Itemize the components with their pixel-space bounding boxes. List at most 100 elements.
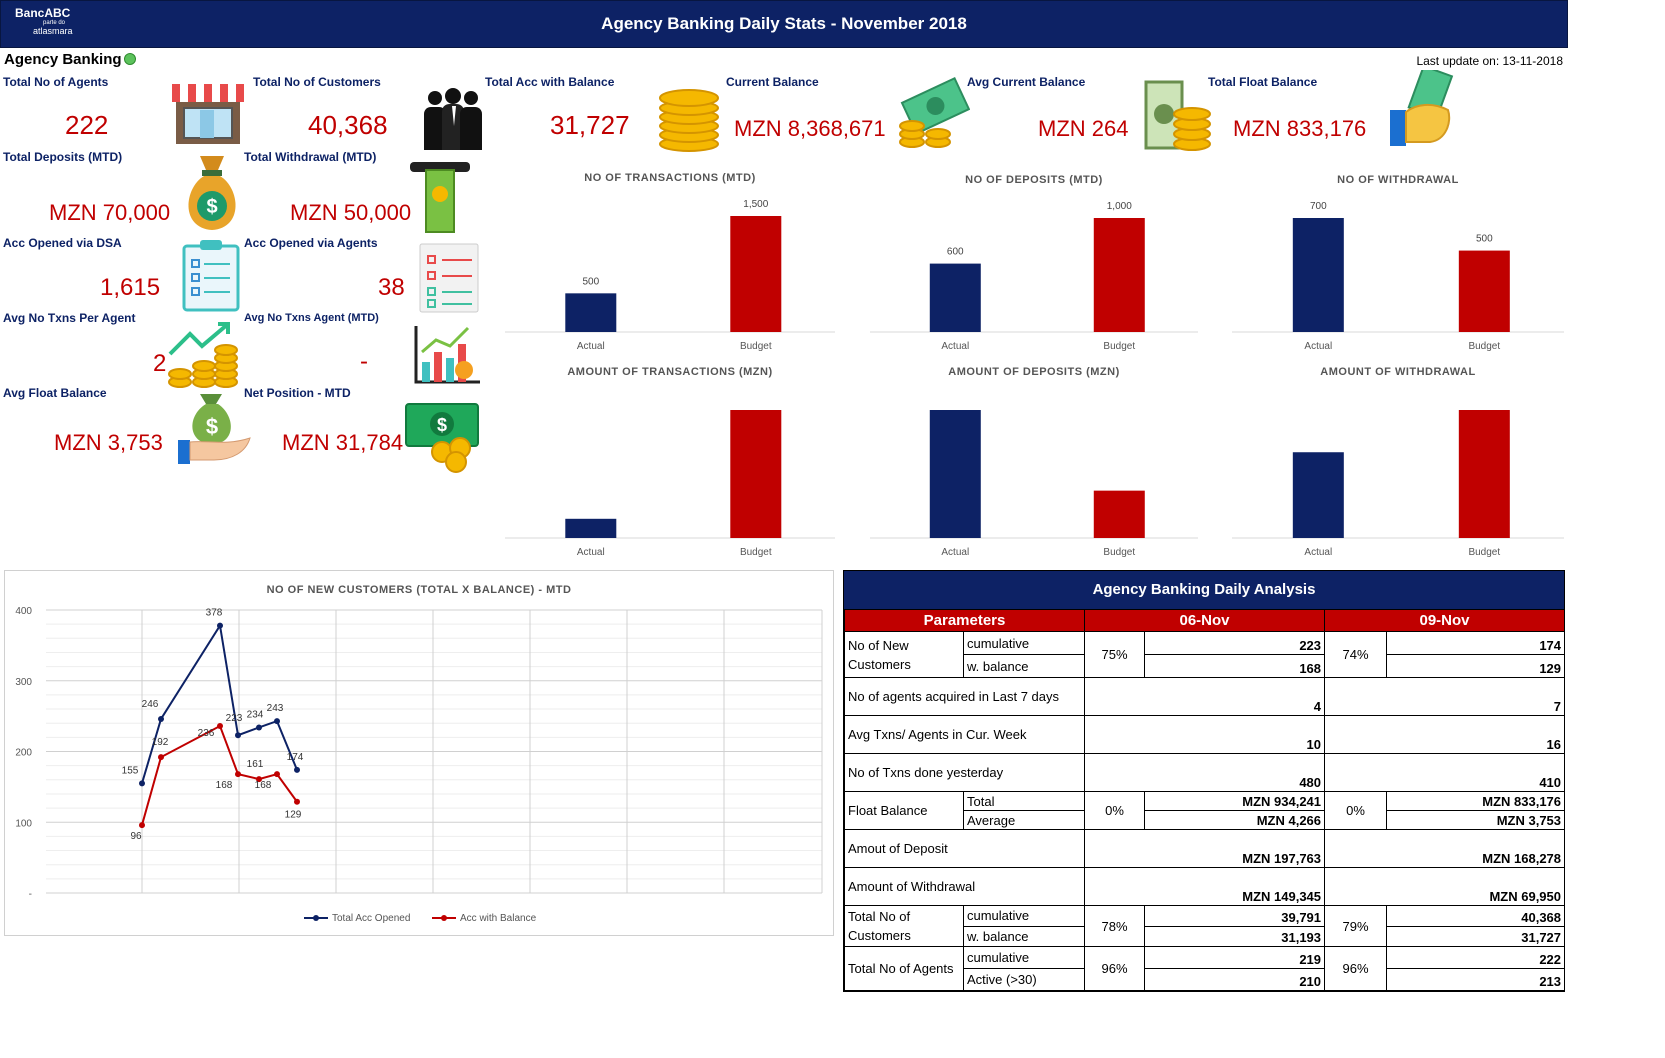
data-point: [294, 766, 300, 773]
data-point: [235, 732, 241, 739]
banknote-coins-icon: $: [405, 403, 479, 473]
pct-value: 96%: [1324, 946, 1388, 991]
kpi-value-total-float: MZN 833,176: [1233, 116, 1367, 141]
header-date-2: 09-Nov: [1324, 609, 1566, 632]
category-label: Actual: [941, 341, 969, 352]
table-row: No of Txns done yesterday 480 410: [843, 753, 1566, 792]
analysis-header-row: Parameters 06-Nov 09-Nov: [843, 609, 1566, 632]
clipboard-checklist-icon: [182, 240, 240, 312]
point-label: 234: [247, 709, 264, 720]
bar-chart: 700 Actual 500 Budget: [1232, 201, 1564, 352]
bar-chart-title: AMOUNT OF WITHDRAWAL: [1320, 366, 1476, 378]
table-row: Total No of Agents cumulative 96% 219 96…: [844, 946, 1566, 991]
dashboard: BancABC parte do atlasmara Agency Bankin…: [0, 0, 1665, 1058]
bar-chart-title: AMOUNT OF TRANSACTIONS (MZN): [567, 366, 773, 378]
cell-value: MZN 69,950: [1324, 867, 1566, 906]
bar-actual: [1292, 452, 1344, 538]
cell-value: 210: [1144, 968, 1326, 991]
point-label: 161: [247, 759, 264, 770]
kpi-label-current-balance: Current Balance: [726, 75, 819, 89]
cell-value: 174: [1386, 631, 1566, 655]
line-chart: - 100 200 300 400 155 246 378 223 234243 174 96 192 2…: [15, 606, 823, 924]
bar-chart: Actual Budget: [870, 410, 1198, 558]
kpi-label-avg-float: Avg Float Balance: [3, 386, 107, 400]
cell-value: 31,727: [1386, 925, 1566, 947]
category-label: Actual: [577, 547, 605, 558]
bar-budget: [1458, 410, 1510, 538]
kpi-value-acc-dsa: 1,615: [100, 274, 161, 301]
pct-value: 74%: [1324, 631, 1388, 678]
point-label: 246: [142, 699, 159, 710]
line-chart-title: NO OF NEW CUSTOMERS (TOTAL X BALANCE) - …: [266, 584, 572, 596]
table-row: No of agents acquired in Last 7 days 4 7: [843, 677, 1566, 716]
point-label: 243: [267, 703, 284, 714]
cell-value: 40,368: [1386, 905, 1566, 927]
checklist-icon: [419, 243, 479, 313]
bar-data-label: 600: [947, 247, 964, 258]
kpi-label-avg-current-balance: Avg Current Balance: [967, 75, 1086, 89]
row-label-total-customers: Total No of Customers: [844, 905, 964, 947]
point-label: 129: [285, 810, 302, 821]
kpi-label-avg-txns-mtd: Avg No Txns Agent (MTD): [244, 312, 379, 324]
point-label: 378: [206, 608, 223, 619]
cell-value: MZN 168,278: [1324, 829, 1566, 868]
bar-actual: [929, 263, 981, 332]
cell-value: 410: [1324, 753, 1566, 792]
cell-value: MZN 833,176: [1386, 791, 1566, 811]
kpi-value-total-withdrawal: MZN 50,000: [290, 200, 412, 225]
kpi-value-total-customers: 40,368: [308, 110, 388, 140]
row-label-total-agents: Total No of Agents: [844, 946, 964, 991]
kpi-value-avg-float: MZN 3,753: [54, 430, 163, 455]
hand-money-bag-icon: $: [178, 394, 251, 464]
sub-label: cumulative: [962, 946, 1086, 969]
pct-value: 0%: [1324, 791, 1388, 830]
kpi-value-acc-agents: 38: [378, 274, 405, 301]
y-tick-label: 200: [15, 748, 32, 759]
kpi-value-avg-current-balance: MZN 264: [1038, 116, 1129, 141]
people-icon: [424, 88, 482, 150]
sub-label: w. balance: [962, 925, 1086, 947]
bar-budget: [1093, 490, 1145, 538]
data-point: [217, 622, 223, 629]
cell-value: 31,193: [1144, 925, 1326, 947]
kpi-value-total-deposits: MZN 70,000: [49, 200, 171, 225]
pct-value: 0%: [1084, 791, 1146, 830]
point-label: 192: [152, 737, 169, 748]
kpi-value-current-balance: MZN 8,368,671: [734, 116, 886, 141]
kpi-label-acc-with-balance: Total Acc with Balance: [485, 75, 615, 89]
table-row: Amout of Deposit MZN 197,763 MZN 168,278: [843, 829, 1566, 868]
category-label: Actual: [577, 341, 605, 352]
bar-data-label: 1,000: [1107, 201, 1132, 212]
bar-budget: [1458, 250, 1510, 332]
pct-value: 79%: [1324, 905, 1388, 947]
data-point: [158, 754, 164, 761]
sub-label: Average: [962, 810, 1086, 830]
cell-value: MZN 4,266: [1144, 810, 1326, 830]
kpi-value-net-position: MZN 31,784: [282, 430, 404, 455]
kpi-label-net-position: Net Position - MTD: [244, 386, 351, 400]
svg-text:$: $: [206, 414, 218, 439]
table-row: Total No of Customers cumulative 78% 39,…: [844, 905, 1566, 947]
bar-actual: [565, 293, 617, 332]
kpi-label-acc-agents: Acc Opened via Agents: [244, 236, 378, 250]
bar-chart: Actual Budget: [505, 410, 835, 558]
cell-value: 4: [1084, 677, 1326, 716]
header-banner: BancABC parte do atlasmara Agency Bankin…: [0, 0, 1568, 48]
analysis-title: Agency Banking Daily Analysis: [844, 571, 1564, 609]
coin-stack-icon: [659, 89, 719, 152]
hand-cash-icon: [1390, 70, 1454, 146]
bar-actual: [1292, 218, 1344, 332]
kpi-label-total-agents: Total No of Agents: [3, 75, 109, 89]
y-tick-label: 300: [15, 677, 32, 688]
row-label-new-customers: No of New Customers: [844, 631, 964, 678]
daily-analysis-panel: Agency Banking Daily Analysis Parameters…: [843, 570, 1566, 992]
data-point: [217, 723, 223, 730]
kpi-value-total-agents: 222: [65, 110, 109, 140]
data-point: [274, 771, 280, 778]
cell-value: 219: [1144, 946, 1326, 969]
bar-budget: [730, 410, 782, 538]
kpi-value-acc-with-balance: 31,727: [550, 110, 630, 140]
cell-value: MZN 934,241: [1144, 791, 1326, 811]
sub-label: cumulative: [962, 905, 1086, 927]
cell-value: 7: [1324, 677, 1566, 716]
